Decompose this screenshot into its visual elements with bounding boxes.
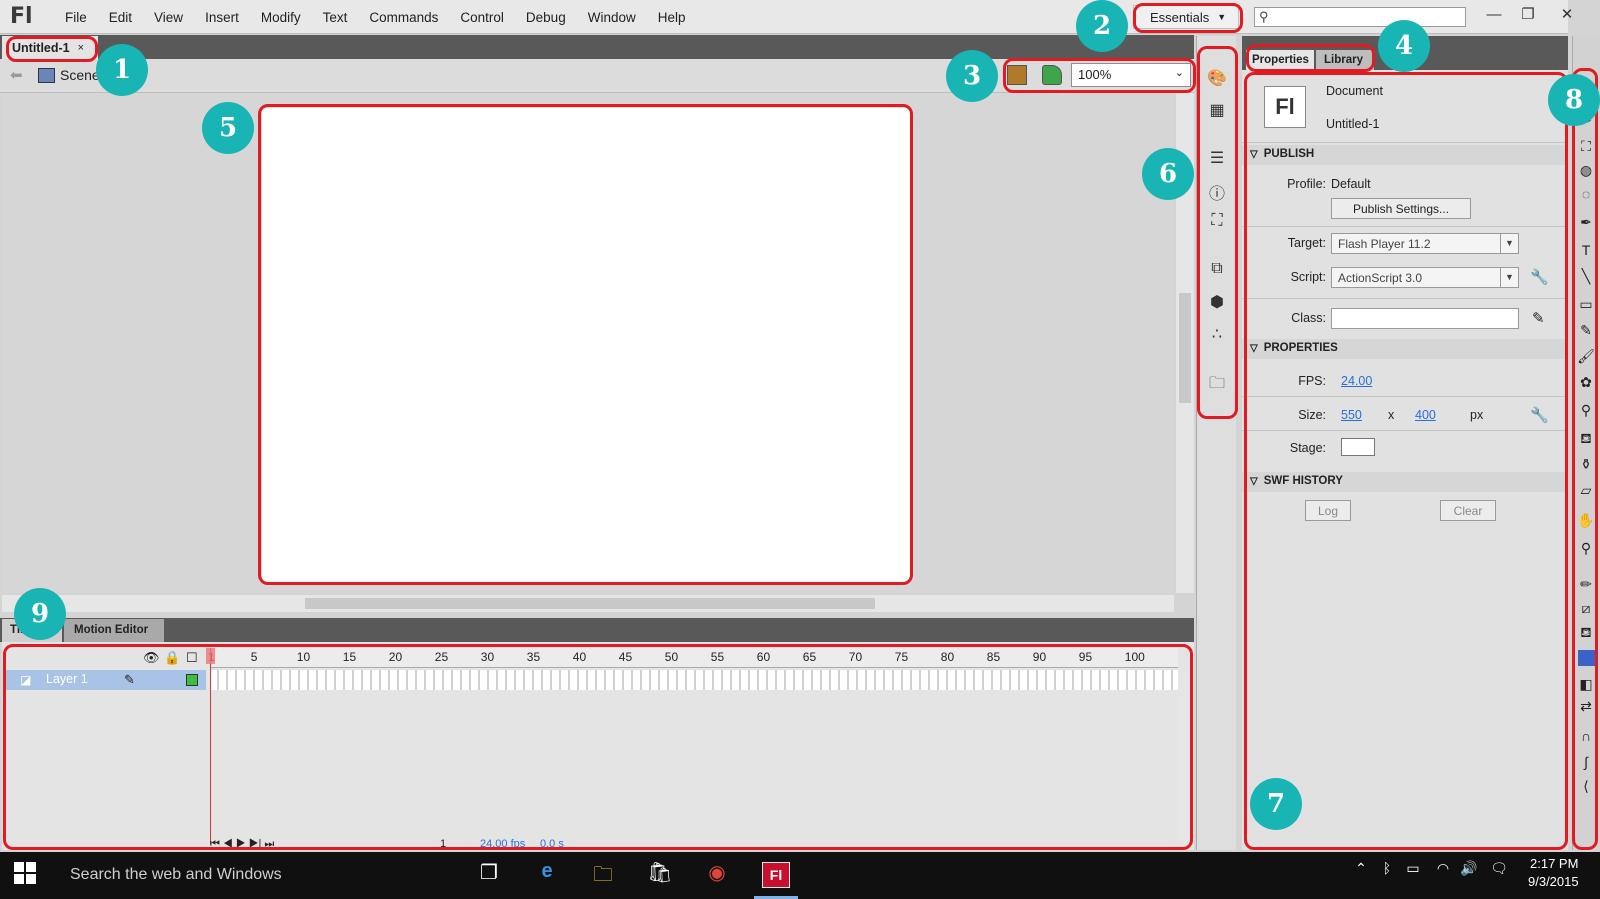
document-tab-strip bbox=[0, 35, 1194, 59]
callout-box-1 bbox=[6, 36, 98, 62]
menu-text[interactable]: Text bbox=[312, 10, 359, 25]
callout-box-7 bbox=[1244, 72, 1568, 850]
battery-icon[interactable]: ▭ bbox=[1398, 860, 1428, 890]
task-view-icon[interactable]: ❐ bbox=[474, 860, 504, 890]
callout-box-2 bbox=[1133, 3, 1243, 33]
search-icon: ⚲ bbox=[1259, 9, 1269, 24]
menu-insert[interactable]: Insert bbox=[194, 10, 250, 25]
callout-box-5 bbox=[258, 104, 913, 585]
edge-browser-icon[interactable]: e bbox=[532, 860, 562, 890]
callout-badge-3: 3 bbox=[946, 50, 998, 102]
menu-edit[interactable]: Edit bbox=[98, 10, 143, 25]
taskbar-search[interactable]: Search the web and Windows bbox=[70, 866, 282, 884]
action-center-icon[interactable]: 🗨 bbox=[1484, 860, 1514, 890]
clock-date[interactable]: 9/3/2015 bbox=[1528, 874, 1579, 889]
menu-view[interactable]: View bbox=[143, 10, 194, 25]
minimize-button[interactable]: — bbox=[1477, 0, 1511, 28]
windows-start-button[interactable] bbox=[14, 862, 36, 884]
callout-badge-5: 5 bbox=[202, 102, 254, 154]
scrollbar-thumb[interactable] bbox=[305, 598, 875, 609]
callout-box-6 bbox=[1197, 46, 1238, 419]
callout-badge-9: 9 bbox=[14, 588, 66, 640]
callout-badge-4: 4 bbox=[1378, 20, 1430, 72]
clock-time[interactable]: 2:17 PM bbox=[1530, 856, 1578, 871]
windows-logo-icon-part bbox=[26, 874, 36, 884]
callout-badge-6: 6 bbox=[1142, 148, 1194, 200]
back-arrow-icon[interactable]: ⬅ bbox=[10, 66, 23, 84]
menu-help[interactable]: Help bbox=[647, 10, 697, 25]
file-explorer-icon[interactable]: 🗀 bbox=[588, 860, 618, 890]
menu-commands[interactable]: Commands bbox=[358, 10, 449, 25]
callout-box-3 bbox=[1003, 58, 1196, 93]
flash-app-icon[interactable]: Fl bbox=[762, 862, 790, 888]
menu-debug[interactable]: Debug bbox=[515, 10, 577, 25]
menu-control[interactable]: Control bbox=[449, 10, 515, 25]
restore-button[interactable]: ❐ bbox=[1511, 0, 1545, 28]
callout-badge-7: 7 bbox=[1250, 778, 1302, 830]
callout-badge-1: 1 bbox=[96, 44, 148, 96]
windows-logo-icon-part bbox=[26, 862, 36, 872]
tab-motion-editor[interactable]: Motion Editor bbox=[64, 619, 164, 642]
callout-badge-2: 2 bbox=[1076, 0, 1128, 52]
windows-logo-icon bbox=[14, 862, 24, 872]
callout-badge-8: 8 bbox=[1548, 74, 1600, 126]
windows-logo-icon-part bbox=[14, 874, 24, 884]
close-window-button[interactable]: ✕ bbox=[1550, 0, 1584, 28]
menu-file[interactable]: File bbox=[54, 10, 98, 25]
help-search-input[interactable]: ⚲ bbox=[1254, 7, 1466, 27]
stage-horizontal-scrollbar[interactable] bbox=[2, 595, 1174, 612]
menu-items: File Edit View Insert Modify Text Comman… bbox=[54, 0, 697, 34]
callout-box-8 bbox=[1572, 68, 1598, 850]
chrome-icon[interactable]: ◉ bbox=[702, 860, 732, 890]
menu-window[interactable]: Window bbox=[577, 10, 647, 25]
callout-box-9 bbox=[3, 644, 1193, 850]
menu-modify[interactable]: Modify bbox=[250, 10, 312, 25]
timeline-tab-strip bbox=[0, 618, 1194, 642]
volume-icon[interactable]: 🔊 bbox=[1454, 860, 1484, 890]
scrollbar-thumb[interactable] bbox=[1179, 293, 1191, 403]
scene-icon bbox=[38, 68, 55, 83]
store-icon[interactable]: 🛍 bbox=[645, 860, 675, 890]
callout-box-4 bbox=[1246, 44, 1375, 72]
app-logo: Fl bbox=[10, 4, 33, 29]
